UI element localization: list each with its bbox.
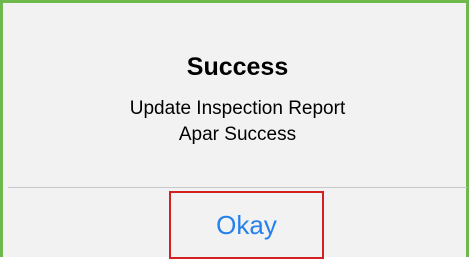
alert-title: Success: [186, 53, 289, 81]
alert-message-line-2: Apar Success: [178, 124, 297, 145]
success-alert-dialog: Success Update Inspection Report Apar Su…: [8, 8, 467, 260]
okay-button[interactable]: Okay: [169, 191, 324, 259]
alert-message-line-1: Update Inspection Report: [129, 98, 346, 119]
alert-message: Update Inspection Report Apar Success: [8, 96, 467, 148]
screenshot-frame: Success Update Inspection Report Apar Su…: [0, 0, 469, 260]
alert-divider: [8, 187, 467, 188]
